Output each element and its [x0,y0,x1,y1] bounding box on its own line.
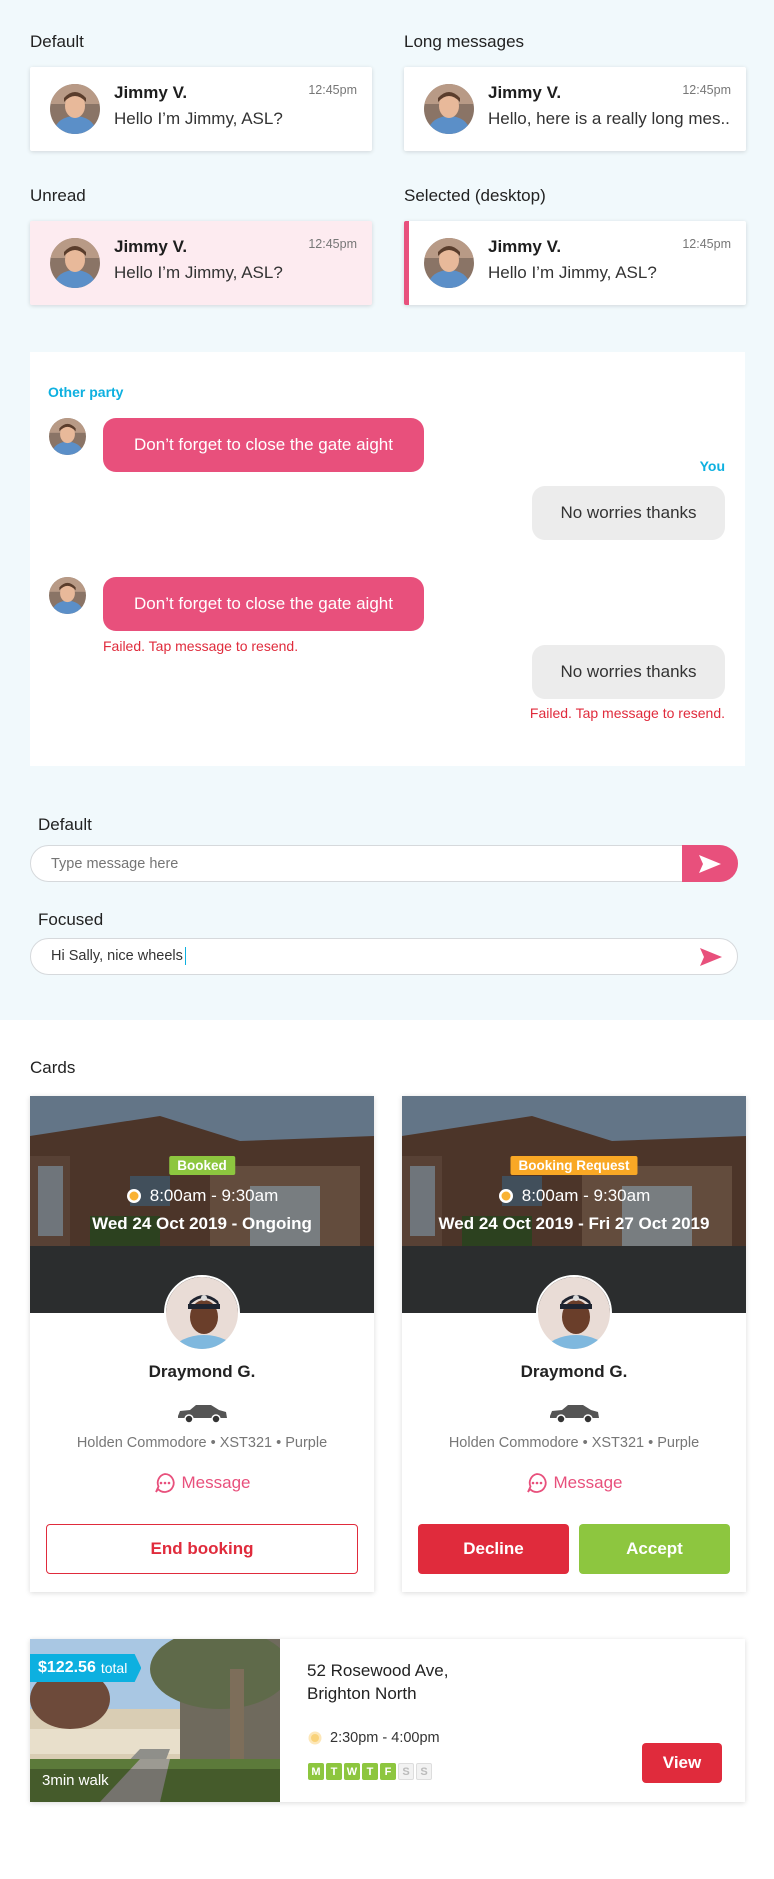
weekday-chip: S [398,1763,414,1780]
sun-icon [498,1189,513,1203]
conversation-time: 12:45pm [682,83,731,97]
conversation-preview: Hello I’m Jimmy, ASL? [114,263,283,282]
conversation-name: Jimmy V. [114,83,188,102]
avatar [536,1275,612,1351]
conversation-time: 12:45pm [682,237,731,251]
weekday-chip: T [362,1763,378,1780]
conversation-time: 12:45pm [308,237,357,251]
booking-time: 8:00am - 9:30am [402,1186,746,1206]
section-label-selected: Selected (desktop) [404,186,546,205]
conversation-name: Jimmy V. [114,237,188,256]
message-link-label: Message [553,1473,623,1492]
send-button[interactable] [699,947,723,972]
conversation-preview: Hello I’m Jimmy, ASL? [488,263,657,282]
avatar [49,577,86,614]
conversation-time: 12:45pm [308,83,357,97]
failed-message-error[interactable]: Failed. Tap message to resend. [530,705,725,721]
car-icon [550,1405,599,1424]
avatar [424,238,474,288]
booking-card-request: Booking Request 8:00am - 9:30am Wed 24 O… [402,1096,746,1592]
walk-time: 3min walk [42,1772,109,1789]
composer-default-label: Default [38,815,92,834]
message-link[interactable]: Message [402,1472,746,1494]
status-badge: Booked [169,1156,235,1175]
send-button[interactable] [682,845,738,882]
conversation-name: Jimmy V. [488,237,562,256]
conversation-item-unread[interactable]: Jimmy V. 12:45pm Hello I’m Jimmy, ASL? [30,221,372,305]
weekday-availability: MTWTFSS [308,1763,432,1780]
price-value: $122.56 [38,1659,96,1676]
weekday-chip: S [416,1763,432,1780]
send-icon [699,854,721,873]
message-bubble-other-failed[interactable]: Don’t forget to close the gate aight [103,577,424,631]
listing-address-line1: 52 Rosewood Ave, [307,1661,449,1680]
driver-name: Draymond G. [520,1362,628,1381]
chat-bubble-icon [154,1473,175,1493]
decline-button[interactable]: Decline [418,1524,569,1574]
composer-focused-label: Focused [38,910,104,929]
message-bubble-you-failed[interactable]: No worries thanks [532,645,725,699]
composer-focused: Hi Sally, nice wheels [30,938,738,975]
text-cursor [184,947,186,966]
other-party-label: Other party [48,384,124,400]
conversation-preview: Hello I’m Jimmy, ASL? [114,109,283,128]
section-label-unread: Unread [30,186,86,205]
vehicle-details: Holden Commodore • XST321 • Purple [76,1435,328,1451]
conversation-item-long[interactable]: Jimmy V. 12:45pm Hello, here is a really… [404,67,746,151]
message-bubble-you[interactable]: No worries thanks [532,486,725,540]
avatar [49,418,86,455]
price-tag: $122.56 total [30,1654,142,1682]
car-icon [178,1405,227,1424]
message-link-label: Message [181,1473,251,1492]
booking-time-text: 8:00am - 9:30am [521,1186,651,1205]
message-input-focused[interactable]: Hi Sally, nice wheels [51,939,186,974]
booking-date: Wed 24 Oct 2019 - Fri 27 Oct 2019 [438,1214,710,1233]
listing-time: 2:30pm - 4:00pm [308,1730,440,1746]
chat-thread: Other party Don’t forget to close the ga… [30,352,745,766]
chat-bubble-icon [526,1473,547,1493]
conversation-item-default[interactable]: Jimmy V. 12:45pm Hello I’m Jimmy, ASL? [30,67,372,151]
booking-time: 8:00am - 9:30am [30,1186,374,1206]
booking-date: Wed 24 Oct 2019 - Ongoing [92,1214,312,1233]
conversation-preview: Hello, here is a really long mes.. [488,109,730,128]
weekday-chip: W [344,1763,360,1780]
weekday-chip: F [380,1763,396,1780]
failed-message-error[interactable]: Failed. Tap message to resend. [103,638,298,654]
vehicle-details: Holden Commodore • XST321 • Purple [448,1435,700,1451]
conversation-item-selected[interactable]: Jimmy V. 12:45pm Hello I’m Jimmy, ASL? [404,221,746,305]
send-icon [700,948,722,966]
avatar [50,84,100,134]
booking-card-booked: Booked 8:00am - 9:30am Wed 24 Oct 2019 -… [30,1096,374,1592]
weekday-chip: T [326,1763,342,1780]
sun-icon [308,1731,322,1745]
section-label-default: Default [30,32,84,51]
message-input[interactable] [51,846,671,881]
price-suffix: total [100,1660,128,1676]
message-link[interactable]: Message [30,1472,374,1494]
parking-listing-card[interactable]: $122.56 total 3min walk 52 Rosewood Ave,… [30,1639,745,1802]
booking-time-text: 8:00am - 9:30am [149,1186,279,1205]
view-button[interactable]: View [642,1743,722,1783]
status-badge: Booking Request [510,1156,638,1175]
composer-default [30,845,738,882]
listing-time-text: 2:30pm - 4:00pm [330,1730,440,1746]
message-input-value: Hi Sally, nice wheels [51,948,183,964]
accept-button[interactable]: Accept [579,1524,730,1574]
driver-name: Draymond G. [148,1362,256,1381]
section-label-cards: Cards [30,1058,76,1077]
avatar [164,1275,240,1351]
end-booking-button[interactable]: End booking [46,1524,358,1574]
section-label-long: Long messages [404,32,525,51]
listing-address-line2: Brighton North [307,1684,417,1703]
avatar [50,238,100,288]
weekday-chip: M [308,1763,324,1780]
you-label: You [699,458,725,474]
sun-icon [126,1189,141,1203]
message-bubble-other[interactable]: Don’t forget to close the gate aight [103,418,424,472]
avatar [424,84,474,134]
conversation-name: Jimmy V. [488,83,562,102]
